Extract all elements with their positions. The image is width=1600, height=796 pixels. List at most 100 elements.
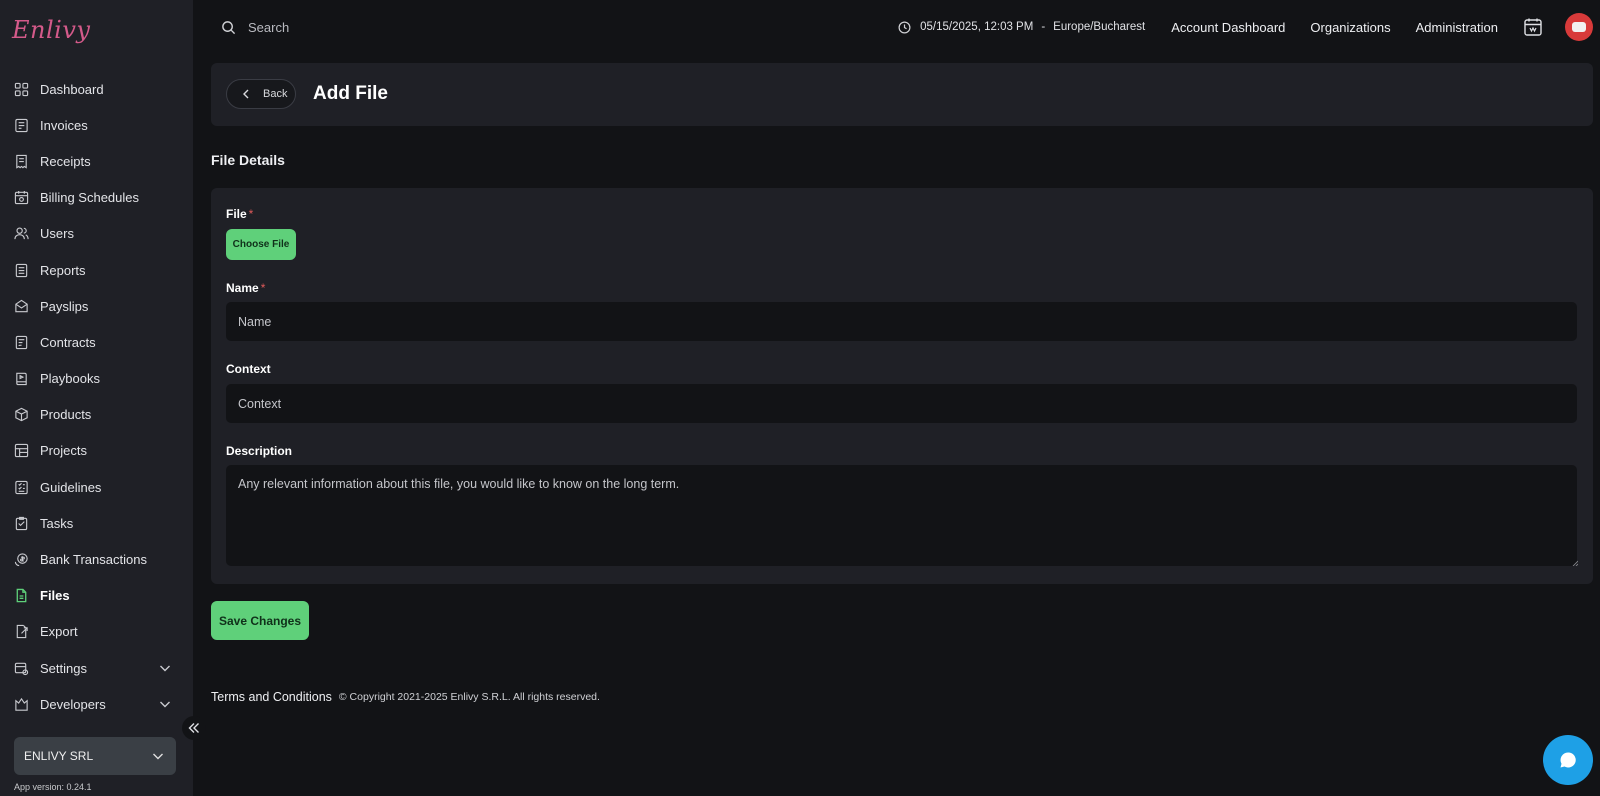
current-datetime: 05/15/2025, 12:03 PM - Europe/Bucharest (898, 21, 1145, 34)
sidebar-item-files[interactable]: Files (0, 578, 193, 614)
double-chevron-left-icon (188, 723, 199, 733)
sidebar-item-label: Bank Transactions (40, 552, 147, 568)
sidebar-item-label: Projects (40, 443, 87, 459)
dashboard-icon (14, 82, 29, 97)
chat-button[interactable] (1543, 735, 1593, 785)
sidebar-item-label: Settings (40, 660, 87, 676)
payslip-icon (14, 299, 29, 314)
sidebar-item-label: Billing Schedules (40, 190, 140, 206)
sidebar-item-dashboard[interactable]: Dashboard (0, 71, 193, 107)
chevron-down-icon (153, 753, 163, 760)
account-dashboard-link[interactable]: Account Dashboard (1171, 20, 1285, 35)
context-input[interactable] (226, 384, 1577, 423)
sidebar-item-invoices[interactable]: Invoices (0, 107, 193, 143)
name-label-text: Name (226, 281, 259, 295)
reports-icon (14, 263, 29, 278)
invoice-icon (14, 118, 29, 133)
users-icon (14, 226, 29, 241)
app-version: App version: 0.24.1 (14, 782, 92, 792)
chevron-down-icon[interactable] (159, 662, 171, 674)
back-button[interactable]: Back (226, 79, 296, 109)
export-icon (14, 624, 29, 639)
sidebar-item-playbooks[interactable]: Playbooks (0, 361, 193, 397)
topbar: 05/15/2025, 12:03 PM - Europe/Bucharest … (193, 0, 1600, 54)
collapse-sidebar-button[interactable] (182, 716, 206, 740)
required-mark: * (248, 207, 254, 221)
sidebar-item-label: Reports (40, 262, 86, 278)
search-input[interactable] (248, 19, 528, 35)
organizations-link[interactable]: Organizations (1310, 20, 1390, 35)
sidebar-item-receipts[interactable]: Receipts (0, 143, 193, 179)
tasks-icon (14, 516, 29, 531)
product-box-icon (14, 407, 29, 422)
name-input[interactable] (226, 302, 1577, 341)
resize-grip-icon[interactable] (1572, 560, 1578, 566)
sidebar-item-guidelines[interactable]: Guidelines (0, 469, 193, 505)
chat-bubble-icon (1560, 752, 1576, 768)
description-textarea[interactable] (226, 465, 1577, 566)
playbook-icon (14, 371, 29, 386)
sidebar-item-projects[interactable]: Projects (0, 433, 193, 469)
choose-file-button[interactable]: Choose File (226, 229, 296, 260)
topbar-right: 05/15/2025, 12:03 PM - Europe/Bucharest … (898, 0, 1600, 54)
calendar-icon[interactable] (1523, 17, 1543, 37)
timezone-text: Europe/Bucharest (1053, 21, 1146, 33)
file-label-text: File (226, 207, 247, 221)
sidebar-item-label: Receipts (40, 153, 91, 169)
sidebar-item-label: Invoices (40, 117, 88, 133)
administration-link[interactable]: Administration (1416, 20, 1498, 35)
chevron-down-icon[interactable] (159, 698, 171, 710)
clock-icon (898, 21, 911, 33)
sidebar-item-tasks[interactable]: Tasks (0, 505, 193, 541)
file-icon (14, 588, 29, 603)
organization-name: ENLIVY SRL (24, 749, 94, 763)
description-label: Description (226, 444, 293, 458)
sidebar-item-label: Playbooks (40, 371, 100, 387)
sidebar-item-payslips[interactable]: Payslips (0, 288, 193, 324)
sidebar-item-developers[interactable]: Developers (0, 686, 193, 722)
user-avatar[interactable] (1565, 13, 1593, 41)
app-logo[interactable]: Enlivy (12, 14, 90, 46)
sidebar-item-billing-schedules[interactable]: Billing Schedules (0, 180, 193, 216)
sidebar-item-label: Files (40, 588, 70, 604)
save-changes-button[interactable]: Save Changes (211, 601, 309, 640)
sidebar-item-label: Guidelines (40, 479, 102, 495)
bank-transaction-icon (14, 552, 29, 567)
sidebar-item-bank-transactions[interactable]: Bank Transactions (0, 541, 193, 577)
sidebar-item-label: Dashboard (40, 81, 104, 97)
file-label: File * (226, 207, 253, 221)
sidebar-item-products[interactable]: Products (0, 397, 193, 433)
guidelines-icon (14, 480, 29, 495)
contract-icon (14, 335, 29, 350)
datetime-text: 05/15/2025, 12:03 PM (920, 21, 1034, 33)
search-icon (222, 20, 236, 34)
section-title: File Details (211, 152, 285, 168)
sidebar-item-users[interactable]: Users (0, 216, 193, 252)
sidebar-item-label: Products (40, 407, 92, 423)
search-bar[interactable] (221, 10, 551, 44)
chevron-left-icon (243, 89, 249, 99)
footer: Terms and Conditions © Copyright 2021-20… (211, 690, 600, 704)
sidebar: Enlivy Dashboard Invoices Receipts Billi… (0, 0, 193, 796)
sidebar-item-settings[interactable]: Settings (0, 650, 193, 686)
terms-link[interactable]: Terms and Conditions (211, 690, 332, 704)
sidebar-item-export[interactable]: Export (0, 614, 193, 650)
sidebar-item-reports[interactable]: Reports (0, 252, 193, 288)
sidebar-nav: Dashboard Invoices Receipts Billing Sche… (0, 71, 193, 722)
settings-icon (14, 661, 29, 676)
datetime-separator: - (1041, 21, 1046, 33)
page-header: Back Add File (211, 63, 1593, 126)
sidebar-item-label: Export (40, 624, 78, 640)
organization-selector[interactable]: ENLIVY SRL (14, 737, 176, 775)
copyright-text: © Copyright 2021-2025 Enlivy S.R.L. All … (338, 691, 600, 703)
sidebar-item-contracts[interactable]: Contracts (0, 324, 193, 360)
receipt-icon (14, 154, 29, 169)
back-button-label: Back (263, 88, 288, 100)
page-title: Add File (313, 83, 388, 104)
file-details-form: File* Choose File Name* Context Descript… (211, 188, 1593, 584)
developers-icon (14, 697, 29, 712)
logo-text: Enlivy (12, 16, 91, 44)
name-label: Name * (226, 281, 265, 295)
context-label: Context (226, 362, 271, 376)
required-mark: * (260, 281, 266, 295)
